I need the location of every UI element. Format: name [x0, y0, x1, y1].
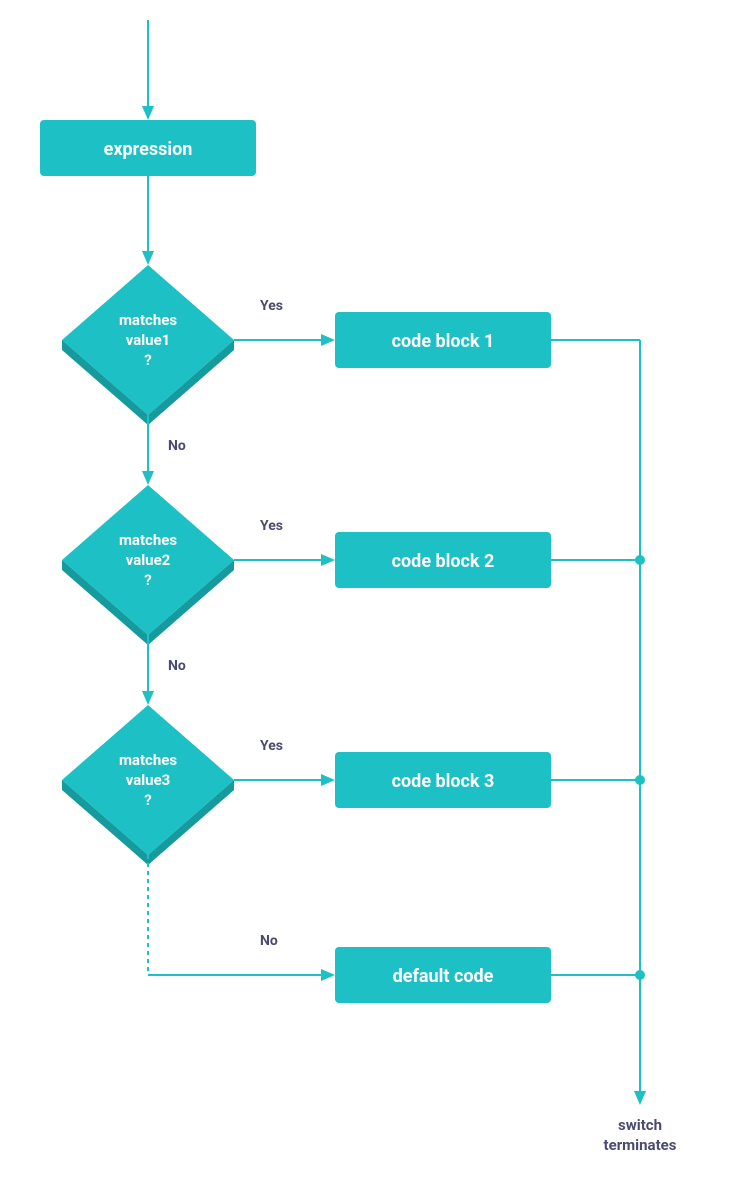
- edge-d2-no: No: [142, 635, 186, 705]
- default-label: default code: [393, 966, 494, 987]
- d3-no-label: No: [260, 933, 278, 949]
- d2-text-1: matches: [119, 531, 177, 549]
- d2-text-3: ?: [144, 571, 151, 589]
- edge-d3-no-default: No: [148, 855, 335, 981]
- d1-no-label: No: [168, 438, 186, 454]
- d2-text-2: value2: [126, 551, 171, 569]
- edge-d1-yes: Yes: [234, 298, 335, 346]
- node-decision-3: matches value3 ?: [62, 705, 234, 865]
- d2-yes-label: Yes: [260, 518, 283, 534]
- switch-flowchart: expression matches value1 ? Yes code blo…: [0, 0, 754, 1200]
- d1-yes-label: Yes: [260, 298, 283, 314]
- node-codeblock-2: code block 2: [335, 532, 551, 588]
- terminal-line2: terminates: [604, 1136, 677, 1154]
- d1-text-2: value1: [126, 331, 171, 349]
- node-decision-2: matches value2 ?: [62, 485, 234, 645]
- terminal-line1: switch: [618, 1116, 662, 1134]
- d2-no-label: No: [168, 658, 186, 674]
- terminal-label: switch terminates: [604, 1116, 677, 1154]
- block3-label: code block 3: [392, 771, 495, 792]
- d3-text-2: value3: [126, 771, 171, 789]
- node-default: default code: [335, 947, 551, 1003]
- d3-text-3: ?: [144, 791, 151, 809]
- d1-text-3: ?: [144, 351, 151, 369]
- block2-label: code block 2: [392, 551, 495, 572]
- d1-text-1: matches: [119, 311, 177, 329]
- node-decision-1: matches value1 ?: [62, 265, 234, 425]
- node-codeblock-1: code block 1: [335, 312, 551, 368]
- merge-line: [551, 340, 646, 1105]
- d3-text-1: matches: [119, 751, 177, 769]
- edge-d2-yes: Yes: [234, 518, 335, 566]
- edge-d3-yes: Yes: [234, 738, 335, 786]
- node-expression: expression: [40, 120, 256, 176]
- block1-label: code block 1: [392, 331, 495, 352]
- edge-start-to-expression: [142, 20, 154, 120]
- node-codeblock-3: code block 3: [335, 752, 551, 808]
- edge-d1-no: No: [142, 415, 186, 485]
- d3-yes-label: Yes: [260, 738, 283, 754]
- expression-label: expression: [104, 139, 193, 160]
- edge-expression-to-d1: [142, 176, 154, 265]
